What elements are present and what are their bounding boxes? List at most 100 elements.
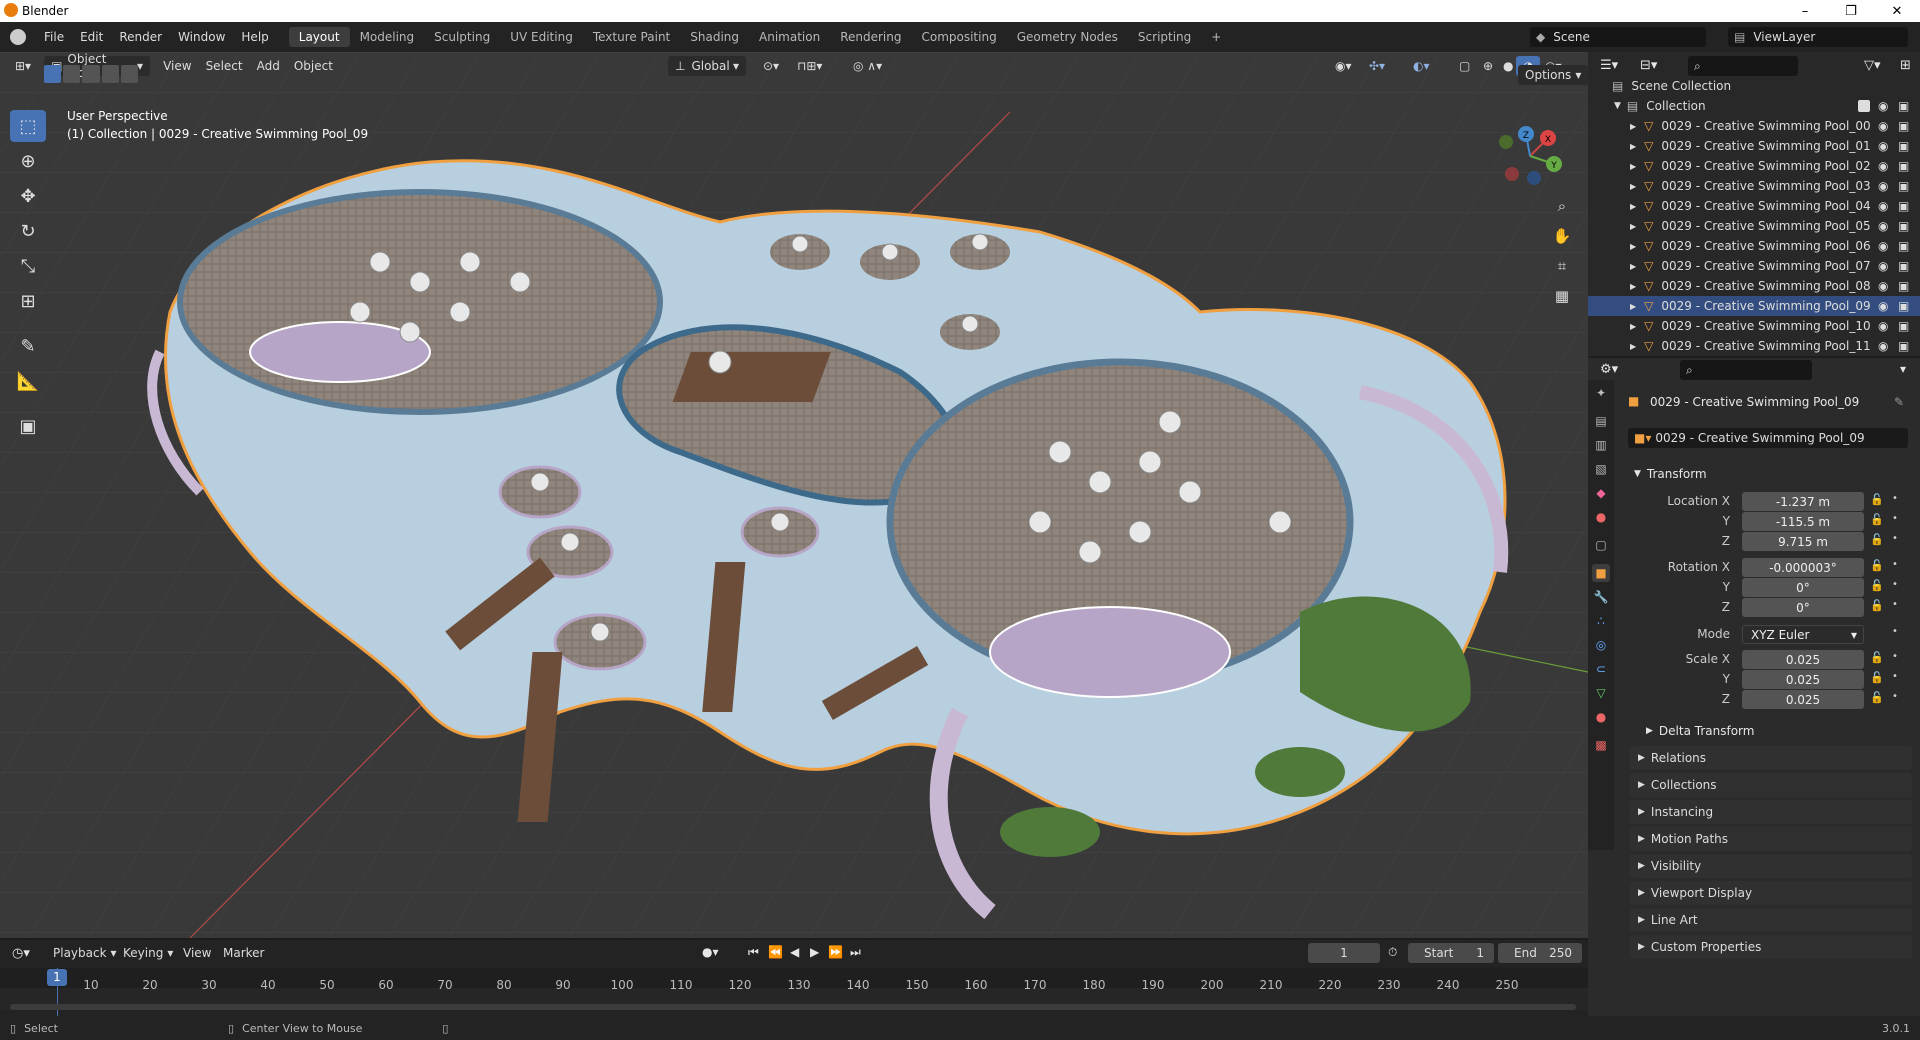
playhead-marker[interactable]: 1 <box>47 969 67 986</box>
eye-icon[interactable]: ◉ <box>1878 279 1888 293</box>
camera-icon[interactable]: ▣ <box>1898 239 1909 253</box>
tab-compositing[interactable]: Compositing <box>911 27 1006 47</box>
pan-hand-icon[interactable]: ✋ <box>1548 222 1576 250</box>
properties-section[interactable]: ▶ Instancing <box>1630 800 1912 824</box>
visibility-filter-icon[interactable]: ◉▾ <box>1328 56 1359 76</box>
gizmo-toggle-icon[interactable]: ✣▾ <box>1362 56 1392 76</box>
menu-file[interactable]: File <box>36 30 72 44</box>
outliner-item[interactable]: ▶ ▽ 0029 - Creative Swimming Pool_08 ◉ ▣ <box>1588 276 1920 296</box>
properties-section[interactable]: ▶ Relations <box>1630 746 1912 770</box>
outliner-item[interactable]: ▶ ▽ 0029 - Creative Swimming Pool_07 ◉ ▣ <box>1588 256 1920 276</box>
menu-edit[interactable]: Edit <box>72 30 111 44</box>
jump-start-icon[interactable]: ⏮ <box>748 945 759 960</box>
jump-keyframe-back-icon[interactable]: ⏪ <box>768 945 783 959</box>
cursor-tool[interactable]: ⊕ <box>10 145 46 177</box>
view-menu[interactable]: View <box>156 56 198 76</box>
minimize-button[interactable]: – <box>1782 0 1828 22</box>
menu-window[interactable]: Window <box>170 30 233 44</box>
ortho-grid-icon[interactable]: ▦ <box>1548 282 1576 310</box>
camera-icon[interactable]: ▣ <box>1898 199 1909 213</box>
camera-icon[interactable]: ▣ <box>1898 99 1909 113</box>
viewport-canvas[interactable] <box>0 52 1588 938</box>
exclude-checkbox[interactable] <box>1858 100 1870 112</box>
chevron-right-icon[interactable]: ▶ <box>1630 342 1636 351</box>
select-mode-icons[interactable] <box>44 65 139 83</box>
tab-scripting[interactable]: Scripting <box>1128 27 1201 47</box>
eye-icon[interactable]: ◉ <box>1878 259 1888 273</box>
current-frame-field[interactable]: 1 <box>1308 943 1380 963</box>
chevron-right-icon[interactable]: ▶ <box>1630 322 1636 331</box>
transform-orientation-dropdown[interactable]: ⊥ Global ▾ <box>668 56 746 76</box>
keyframe-dot-icon[interactable]: • <box>1892 691 1898 702</box>
texture-tab-icon[interactable]: ▩ <box>1592 736 1610 754</box>
timeline-scrollbar[interactable] <box>10 1004 1576 1010</box>
transform-tool[interactable]: ⊞ <box>10 285 46 317</box>
camera-icon[interactable]: ▣ <box>1898 299 1909 313</box>
outliner-item[interactable]: ▶ ▽ 0029 - Creative Swimming Pool_03 ◉ ▣ <box>1588 176 1920 196</box>
play-icon[interactable]: ▶ <box>810 945 819 959</box>
end-frame-field[interactable]: End 250 <box>1498 943 1582 963</box>
outliner-item[interactable]: ▶ ▽ 0029 - Creative Swimming Pool_02 ◉ ▣ <box>1588 156 1920 176</box>
eye-icon[interactable]: ◉ <box>1878 159 1888 173</box>
rotate-tool[interactable]: ↻ <box>10 215 46 247</box>
rotation-mode-dropdown[interactable]: XYZ Euler ▾ <box>1742 625 1864 644</box>
tab-rendering[interactable]: Rendering <box>830 27 911 47</box>
annotate-tool[interactable]: ✎ <box>10 330 46 362</box>
display-mode-icon[interactable]: ⊟▾ <box>1640 58 1657 73</box>
pivot-point-icon[interactable]: ⊙▾ <box>756 56 786 76</box>
camera-icon[interactable]: ▣ <box>1898 259 1909 273</box>
start-frame-field[interactable]: Start 1 <box>1408 943 1494 963</box>
camera-icon[interactable]: ▣ <box>1898 219 1909 233</box>
blender-menu-icon[interactable] <box>10 29 26 45</box>
scale-x-field[interactable]: 0.025 <box>1742 650 1864 669</box>
keying-menu[interactable]: Keying ▾ <box>116 943 180 963</box>
outliner-item[interactable]: ▶ ▽ 0029 - Creative Swimming Pool_01 ◉ ▣ <box>1588 136 1920 156</box>
outliner-item[interactable]: ▶ ▽ 0029 - Creative Swimming Pool_04 ◉ ▣ <box>1588 196 1920 216</box>
keyframe-dot-icon[interactable]: • <box>1892 626 1898 637</box>
tab-sculpting[interactable]: Sculpting <box>424 27 500 47</box>
eye-icon[interactable]: ◉ <box>1878 319 1888 333</box>
pin-icon[interactable]: ✎ <box>1894 395 1904 409</box>
eye-icon[interactable]: ◉ <box>1878 139 1888 153</box>
3d-viewport[interactable]: ⊞▾ ▣ Object Mode ▾ View Select Add Objec… <box>0 52 1588 938</box>
measure-tool[interactable]: 📐 <box>10 365 46 397</box>
eye-icon[interactable]: ◉ <box>1878 239 1888 253</box>
keyframe-dot-icon[interactable]: • <box>1892 671 1898 682</box>
output-tab-icon[interactable]: ▥ <box>1592 436 1610 454</box>
scale-z-field[interactable]: 0.025 <box>1742 690 1864 709</box>
eye-icon[interactable]: ◉ <box>1878 179 1888 193</box>
object-name-field[interactable]: ■▾ 0029 - Creative Swimming Pool_09 <box>1628 428 1908 448</box>
play-reverse-icon[interactable]: ◀ <box>790 945 799 959</box>
tab-shading[interactable]: Shading <box>680 27 749 47</box>
lock-icon[interactable]: 🔓 <box>1870 671 1884 684</box>
keyframe-dot-icon[interactable]: • <box>1892 651 1898 662</box>
camera-icon[interactable]: ▣ <box>1898 179 1909 193</box>
keyframe-dot-icon[interactable]: • <box>1892 559 1898 570</box>
view-layer-selector[interactable]: ▤ ViewLayer <box>1728 27 1908 47</box>
eye-icon[interactable]: ◉ <box>1878 299 1888 313</box>
navigation-gizmo[interactable]: X Z Y <box>1490 116 1570 196</box>
view-layer-tab-icon[interactable]: ▧ <box>1592 460 1610 478</box>
keyframe-dot-icon[interactable]: • <box>1892 579 1898 590</box>
snap-icon[interactable]: ⊓⊞▾ <box>790 56 829 76</box>
select-menu[interactable]: Select <box>199 56 250 76</box>
preview-range-icon[interactable]: ⏱ <box>1388 945 1397 960</box>
keyframe-dot-icon[interactable]: • <box>1892 493 1898 504</box>
outliner-item[interactable]: ▶ ▽ 0029 - Creative Swimming Pool_00 ◉ ▣ <box>1588 116 1920 136</box>
left-terrace[interactable] <box>177 189 663 415</box>
lock-icon[interactable]: 🔓 <box>1870 599 1884 612</box>
camera-icon[interactable]: ▣ <box>1898 119 1909 133</box>
add-cube-tool[interactable]: ▣ <box>10 410 46 442</box>
lock-icon[interactable]: 🔓 <box>1870 513 1884 526</box>
properties-section[interactable]: ▶ Collections <box>1630 773 1912 797</box>
properties-editor-icon[interactable]: ⚙▾ <box>1600 362 1618 377</box>
lock-icon[interactable]: 🔓 <box>1870 533 1884 546</box>
eye-icon[interactable]: ◉ <box>1878 219 1888 233</box>
transform-panel-header[interactable]: ▼ Transform <box>1630 462 1912 486</box>
properties-section[interactable]: ▶ Motion Paths <box>1630 827 1912 851</box>
outliner-editor-icon[interactable]: ☰▾ <box>1600 58 1618 73</box>
lock-icon[interactable]: 🔓 <box>1870 651 1884 664</box>
location-y-field[interactable]: -115.5 m <box>1742 512 1864 531</box>
timeline-editor-icon[interactable]: ◷▾ <box>12 946 30 961</box>
camera-icon[interactable]: ▣ <box>1898 319 1909 333</box>
